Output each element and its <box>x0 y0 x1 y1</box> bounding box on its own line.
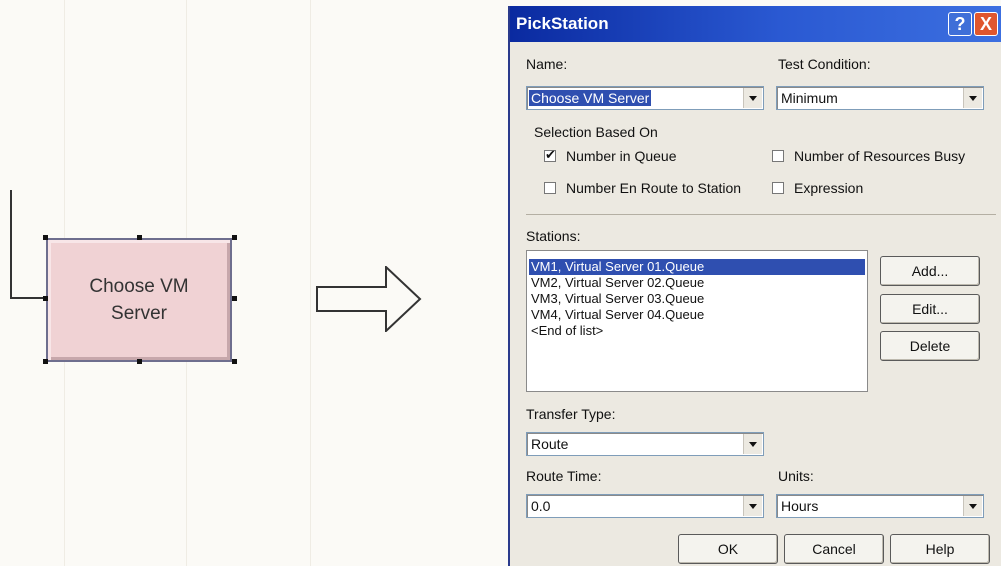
list-item[interactable]: VM2, Virtual Server 02.Queue <box>529 275 704 291</box>
connector-line <box>10 190 12 298</box>
list-item[interactable]: VM4, Virtual Server 04.Queue <box>529 307 704 323</box>
selection-handle[interactable] <box>137 359 142 364</box>
route-time-value: 0.0 <box>531 498 551 514</box>
number-in-queue-checkbox[interactable] <box>544 147 556 163</box>
number-resources-busy-label: Number of Resources Busy <box>794 148 966 164</box>
list-item[interactable]: VM3, Virtual Server 03.Queue <box>529 291 704 307</box>
stations-label: Stations: <box>526 228 581 244</box>
transfer-type-value: Route <box>531 436 569 452</box>
number-en-route-checkbox[interactable] <box>544 182 556 194</box>
selection-handle[interactable] <box>232 296 237 301</box>
route-time-label: Route Time: <box>526 468 602 484</box>
delete-button[interactable]: Delete <box>880 331 980 361</box>
transfer-type-combo[interactable]: Route <box>526 432 764 456</box>
name-label: Name: <box>526 56 568 72</box>
expression-checkbox[interactable] <box>772 182 784 194</box>
test-condition-value: Minimum <box>781 90 838 106</box>
title-bar[interactable]: PickStation ? X <box>510 6 1001 42</box>
stations-list[interactable]: VM1, Virtual Server 01.Queue VM2, Virtua… <box>526 250 868 392</box>
units-combo[interactable]: Hours <box>776 494 984 518</box>
expression-label: Expression <box>794 180 864 196</box>
selection-based-on-label: Selection Based On <box>534 124 658 140</box>
name-combo[interactable]: Choose VM Server <box>526 86 764 110</box>
selection-handle[interactable] <box>43 296 48 301</box>
pickstation-dialog: PickStation ? X Name: Test Condition: Ch… <box>508 6 1001 566</box>
test-condition-label: Test Condition: <box>778 56 871 72</box>
chevron-down-icon[interactable] <box>743 496 762 516</box>
ok-button[interactable]: OK <box>678 534 778 564</box>
test-condition-combo[interactable]: Minimum <box>776 86 984 110</box>
chevron-down-icon[interactable] <box>963 496 982 516</box>
chevron-down-icon[interactable] <box>743 88 762 108</box>
number-in-queue-label: Number in Queue <box>566 148 677 164</box>
number-en-route-label: Number En Route to Station <box>566 180 742 196</box>
dialog-title: PickStation <box>516 14 609 33</box>
selection-handle[interactable] <box>232 359 237 364</box>
selection-handle[interactable] <box>43 359 48 364</box>
cancel-button[interactable]: Cancel <box>784 534 884 564</box>
help-icon[interactable]: ? <box>948 12 972 36</box>
number-resources-busy-checkbox[interactable] <box>772 150 784 162</box>
transfer-type-label: Transfer Type: <box>526 406 616 422</box>
units-value: Hours <box>781 498 819 514</box>
units-label: Units: <box>778 468 814 484</box>
help-button[interactable]: Help <box>890 534 990 564</box>
selection-handle[interactable] <box>137 235 142 240</box>
chevron-down-icon[interactable] <box>743 434 762 454</box>
add-button[interactable]: Add... <box>880 256 980 286</box>
close-icon[interactable]: X <box>974 12 998 36</box>
divider <box>526 214 996 215</box>
list-item[interactable]: VM1, Virtual Server 01.Queue <box>529 259 865 275</box>
selection-handle[interactable] <box>43 235 48 240</box>
right-arrow-icon <box>316 266 422 332</box>
choose-vm-server-module[interactable]: Choose VM Server <box>46 238 232 362</box>
selection-handle[interactable] <box>232 235 237 240</box>
connector-line <box>10 297 46 299</box>
edit-button[interactable]: Edit... <box>880 294 980 324</box>
chevron-down-icon[interactable] <box>963 88 982 108</box>
route-time-combo[interactable]: 0.0 <box>526 494 764 518</box>
list-item[interactable]: <End of list> <box>529 323 603 339</box>
name-value: Choose VM Server <box>529 90 652 106</box>
module-label: Choose VM Server <box>89 276 189 324</box>
